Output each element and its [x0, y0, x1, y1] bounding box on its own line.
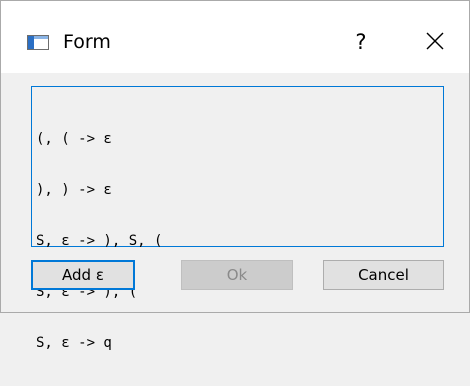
transitions-text-area[interactable]: (, ( -> ε ), ) -> ε S, ε -> ), S, ( S, ε…: [31, 86, 444, 351]
close-button[interactable]: [411, 23, 461, 59]
add-epsilon-button[interactable]: Add ε: [31, 260, 135, 290]
text-line: S, ε -> q: [36, 335, 112, 351]
text-line: ), ) -> ε: [36, 182, 112, 198]
text-line: (, ( -> ε: [36, 131, 112, 147]
window-icon: [27, 35, 49, 50]
text-line: S, ε -> ), S, (: [36, 233, 163, 249]
help-button[interactable]: ?: [341, 25, 381, 59]
close-icon: [426, 32, 444, 50]
cancel-button[interactable]: Cancel: [323, 260, 444, 290]
window-title: Form: [63, 31, 111, 53]
ok-button[interactable]: Ok: [181, 260, 293, 290]
form-dialog: Form ? (, ( -> ε ), ) -> ε S, ε -> ), S,…: [0, 0, 470, 351]
title-bar[interactable]: Form ?: [1, 1, 469, 73]
window-icon-bar: [34, 36, 48, 39]
